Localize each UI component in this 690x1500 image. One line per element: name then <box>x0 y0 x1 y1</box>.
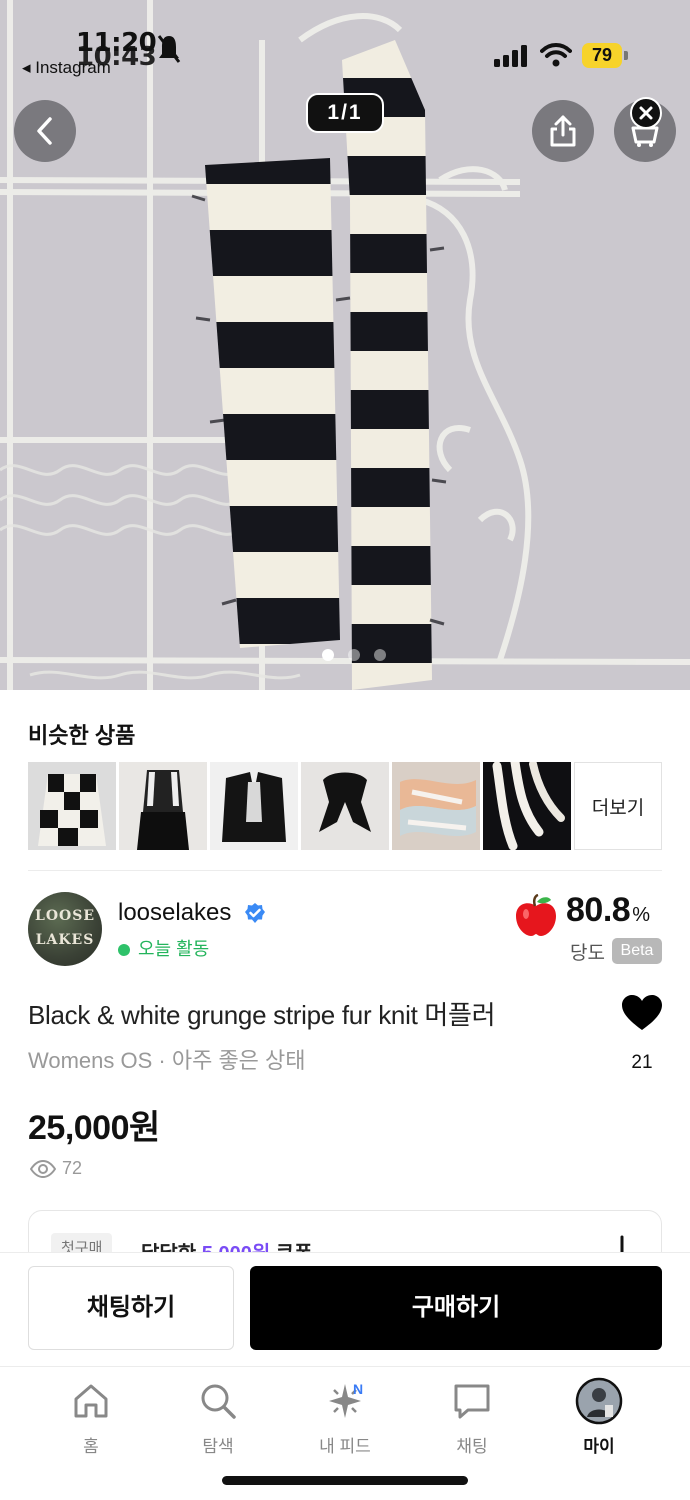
close-icon <box>639 106 653 120</box>
beta-badge: Beta <box>612 938 662 964</box>
chevron-left-icon <box>37 117 52 145</box>
pagination-dot[interactable] <box>322 649 334 661</box>
similar-item-thumbnail[interactable] <box>483 762 571 850</box>
tab-my[interactable]: 마이 <box>544 1377 654 1457</box>
purchase-action-bar: 채팅하기 구매하기 <box>0 1252 690 1366</box>
similar-items-row: 더보기 <box>28 762 662 850</box>
similar-item-thumbnail[interactable] <box>210 762 298 850</box>
apple-icon <box>516 894 556 936</box>
battery-level: 79 <box>582 43 622 68</box>
battery-cap <box>624 51 628 60</box>
status-bar: 11:20 10:43 ◂ Instagram 79 <box>0 0 690 90</box>
black-outfit-image <box>119 762 207 850</box>
pagination-dot[interactable] <box>374 649 386 661</box>
tab-label: 채팅 <box>456 1437 488 1456</box>
cellular-signal-icon <box>494 45 527 67</box>
seller-avatar[interactable]: LOOSE LAKES <box>28 892 102 966</box>
gallery-pagination <box>322 649 386 661</box>
avatar-logo-text: LAKES <box>35 932 95 948</box>
buy-button[interactable]: 구매하기 <box>250 1266 662 1350</box>
new-badge: N <box>353 1381 364 1397</box>
product-price: 25,000원 <box>28 1109 160 1147</box>
tab-home[interactable]: 홈 <box>36 1381 146 1457</box>
fur-vest-image <box>210 762 298 850</box>
checkered-jacket-image <box>28 762 116 850</box>
share-button[interactable] <box>532 100 594 162</box>
home-icon <box>74 1384 108 1418</box>
home-indicator <box>222 1476 468 1485</box>
beige-fur-scarf-image <box>392 762 480 850</box>
tab-chat[interactable]: 채팅 <box>417 1381 527 1457</box>
tab-label: 탐색 <box>202 1437 234 1456</box>
back-button[interactable] <box>14 100 76 162</box>
like-count: 21 <box>631 1052 653 1073</box>
profile-avatar <box>575 1377 623 1425</box>
online-dot <box>118 944 130 956</box>
tab-explore[interactable]: 탐색 <box>163 1381 273 1457</box>
tab-my-feed[interactable]: N 내 피드 <box>290 1381 400 1457</box>
image-counter: 1/1 <box>306 93 384 133</box>
back-to-instagram-link[interactable]: ◂ Instagram <box>22 58 111 78</box>
seller-name[interactable]: looselakes <box>118 899 231 927</box>
avatar-logo-text: LOOSE <box>34 908 95 924</box>
share-icon <box>550 115 576 147</box>
chat-button[interactable]: 채팅하기 <box>28 1266 234 1350</box>
section-divider <box>28 870 662 871</box>
product-title: Black & white grunge stripe fur knit 머플러 <box>28 1000 496 1030</box>
similar-item-thumbnail[interactable] <box>119 762 207 850</box>
search-icon <box>201 1384 236 1419</box>
score-unit: % <box>632 904 650 926</box>
activity-label: 오늘 활동 <box>138 939 210 959</box>
chat-icon <box>454 1384 490 1419</box>
tab-label: 마이 <box>583 1437 615 1456</box>
tab-label: 내 피드 <box>319 1437 371 1456</box>
pagination-dot[interactable] <box>348 649 360 661</box>
similar-item-thumbnail[interactable] <box>301 762 389 850</box>
heart-icon[interactable] <box>621 994 663 1032</box>
similar-item-thumbnail[interactable] <box>28 762 116 850</box>
product-meta: Womens OS · 아주 좋은 상태 <box>28 1048 306 1073</box>
verified-badge-icon <box>245 903 265 923</box>
seller-sweetness-score: 80.8% <box>566 891 650 930</box>
see-more-similar-button[interactable]: 더보기 <box>574 762 662 850</box>
fur-collar-image <box>301 762 389 850</box>
similar-items-title: 비슷한 상품 <box>28 723 136 748</box>
view-count: 72 <box>30 1158 82 1179</box>
silent-bell-icon <box>157 35 181 63</box>
score-value: 80.8 <box>566 891 631 929</box>
product-image-gallery[interactable]: 11:20 10:43 ◂ Instagram 79 1/1 <box>0 0 690 690</box>
view-count-value: 72 <box>62 1158 83 1178</box>
similar-item-thumbnail[interactable] <box>392 762 480 850</box>
white-fringe-image <box>483 762 571 850</box>
eye-icon <box>30 1159 56 1178</box>
score-label: 당도 <box>570 943 605 964</box>
close-overlay-button[interactable] <box>630 97 662 129</box>
wifi-icon <box>540 43 572 67</box>
seller-activity-status: 오늘 활동 <box>118 935 209 961</box>
tab-label: 홈 <box>83 1437 99 1456</box>
